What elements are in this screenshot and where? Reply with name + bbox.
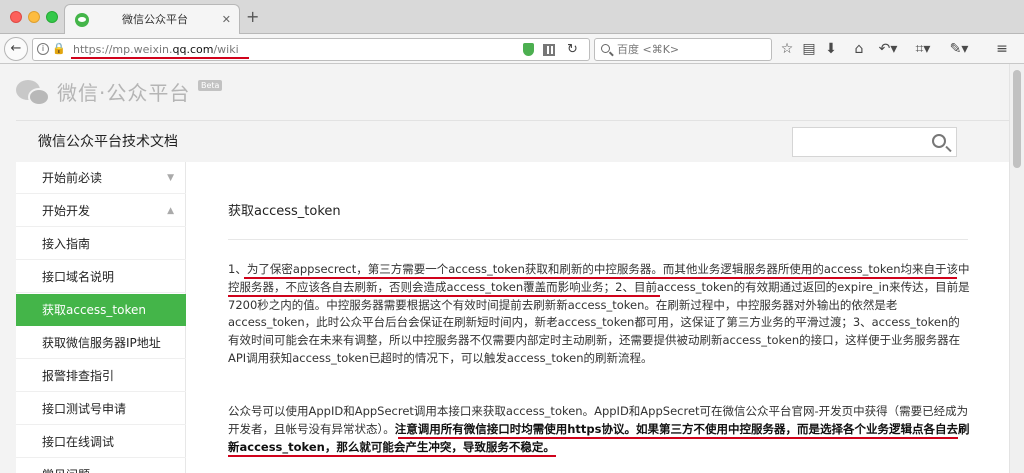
sidebar-item-label: 接口测试号申请: [42, 402, 127, 416]
minimize-window-button[interactable]: [28, 11, 40, 23]
browser-search-input[interactable]: 百度 <⌘K>: [594, 38, 772, 61]
search-icon: [601, 44, 610, 53]
sidebar-item-before-start[interactable]: 开始前必读 ▼: [16, 162, 186, 194]
undo-icon[interactable]: ↶▾: [877, 40, 899, 58]
site-header: 微信·公众平台 Beta: [0, 64, 1024, 120]
title-divider: [228, 239, 968, 240]
sidebar-item-online-debug[interactable]: 接口在线调试: [16, 426, 186, 458]
logo-bubble-small: [28, 88, 50, 106]
docs-title: 微信公众平台技术文档: [38, 134, 178, 150]
chevron-up-icon: ▲: [167, 206, 174, 216]
content-paragraph-2: 公众号可以使用AppID和AppSecret调用本接口来获取access_tok…: [228, 403, 970, 456]
search-icon[interactable]: [932, 134, 946, 148]
sidebar-item-label: 获取access_token: [42, 303, 146, 317]
browser-titlebar: 微信公众平台 ✕ +: [0, 0, 1024, 34]
sidebar-item-label: 开始前必读: [42, 171, 103, 185]
sidebar-item-label: 接入指南: [42, 237, 91, 251]
home-icon[interactable]: ⌂: [851, 40, 867, 58]
url-suffix: /wiki: [213, 43, 239, 56]
sidebar-item-label: 获取微信服务器IP地址: [42, 336, 161, 350]
sidebar-item-faq[interactable]: 常见问题: [16, 459, 186, 473]
crop-icon[interactable]: ⌗▾: [912, 40, 934, 58]
url-annotation-underline: [71, 57, 249, 59]
annotation-underline: [228, 295, 660, 297]
download-icon[interactable]: ⬇: [823, 40, 839, 58]
sidebar-item-alarm-guide[interactable]: 报警排查指引: [16, 360, 186, 392]
url-prefix: https://mp.weixin.: [73, 43, 173, 56]
site-logo-text[interactable]: 微信·公众平台: [57, 78, 190, 108]
search-placeholder: 百度 <⌘K>: [617, 43, 680, 56]
back-button[interactable]: ←: [4, 37, 28, 61]
wechat-favicon-icon: [75, 13, 89, 27]
page-title: 获取access_token: [228, 204, 341, 219]
beta-badge: Beta: [198, 80, 223, 91]
url-domain: qq.com: [172, 43, 214, 56]
sidebar-item-start-dev[interactable]: 开始开发 ▲: [16, 195, 186, 227]
sidebar-item-access-guide[interactable]: 接入指南: [16, 228, 186, 260]
sidebar-item-access-token[interactable]: 获取access_token: [16, 294, 186, 326]
wechat-logo-icon[interactable]: [16, 80, 50, 108]
reload-icon[interactable]: ↻: [567, 40, 578, 60]
page-scrollbar[interactable]: [1009, 64, 1024, 473]
annotation-underline: [244, 277, 957, 279]
tab-title: 微信公众平台: [122, 13, 188, 26]
annotation-underline: [228, 455, 556, 457]
docs-content: 获取access_token 1、为了保密appsecrect，第三方需要一个a…: [186, 162, 1009, 473]
chevron-down-icon: ▼: [167, 173, 174, 183]
star-icon[interactable]: ☆: [779, 40, 795, 58]
sidebar-item-domain-info[interactable]: 接口域名说明: [16, 261, 186, 293]
sidebar-item-label: 接口在线调试: [42, 435, 115, 449]
url-bar[interactable]: i 🔒 https://mp.weixin.qq.com/wiki ↻: [32, 38, 590, 61]
docs-header: 微信公众平台技术文档: [16, 120, 1009, 162]
new-tab-button[interactable]: +: [246, 7, 259, 27]
sidebar-item-label: 接口域名说明: [42, 270, 115, 284]
sidebar-item-label: 报警排查指引: [42, 369, 115, 383]
info-icon[interactable]: i: [37, 43, 49, 55]
reader-icon[interactable]: ▤: [801, 40, 817, 58]
shield-icon[interactable]: [523, 43, 534, 56]
close-window-button[interactable]: [10, 11, 22, 23]
browser-navbar: ← i 🔒 https://mp.weixin.qq.com/wiki ↻ 百度…: [0, 34, 1024, 64]
warning-lock-icon[interactable]: 🔒: [52, 42, 66, 56]
docs-search-input[interactable]: [792, 127, 957, 157]
qr-code-icon[interactable]: [543, 44, 555, 56]
sidebar-item-label: 开始开发: [42, 204, 91, 218]
sidebar-item-test-account[interactable]: 接口测试号申请: [16, 393, 186, 425]
docs-sidebar: 开始前必读 ▼ 开始开发 ▲ 接入指南 接口域名说明 获取access_toke…: [16, 162, 186, 473]
sidebar-item-label: 常见问题: [42, 459, 90, 473]
browser-tab[interactable]: 微信公众平台 ✕: [64, 4, 240, 34]
zoom-window-button[interactable]: [46, 11, 58, 23]
sidebar-item-server-ip[interactable]: 获取微信服务器IP地址: [16, 327, 186, 359]
scrollbar-thumb[interactable]: [1013, 70, 1021, 168]
extension-icon[interactable]: ✎▾: [948, 40, 970, 58]
menu-icon[interactable]: ≡: [993, 40, 1011, 58]
annotation-underline: [398, 437, 958, 439]
tab-close-icon[interactable]: ✕: [222, 5, 231, 35]
